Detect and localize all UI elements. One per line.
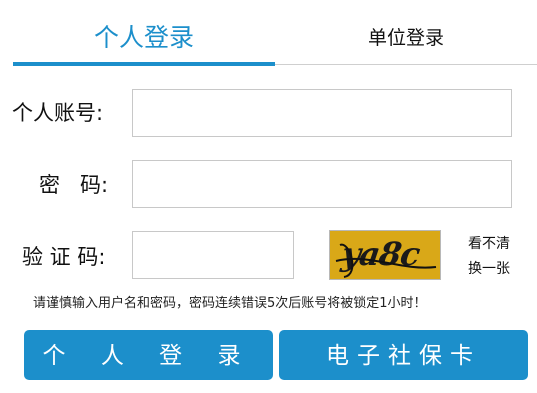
refresh-captcha-line1: 看不清 [468, 236, 510, 252]
account-input[interactable] [132, 89, 512, 137]
captcha-input[interactable] [132, 231, 294, 279]
password-input[interactable] [132, 160, 512, 208]
refresh-captcha-line2: 换一张 [468, 261, 510, 277]
security-notice: 请谨慎输入用户名和密码，密码连续错误5次后账号将被锁定1小时！ [33, 296, 427, 311]
social-security-card-button[interactable]: 电子社保卡 [279, 330, 528, 380]
captcha-image[interactable]: ya8c [329, 230, 441, 280]
account-label: 个人账号: [12, 101, 104, 125]
captcha-label: 验 证 码: [22, 245, 106, 269]
tab-personal-login[interactable]: 个人登录 [13, 18, 275, 58]
login-tabs: 个人登录 单位登录 [13, 0, 537, 66]
tab-active-indicator [13, 62, 275, 66]
tab-unit-login[interactable]: 单位登录 [275, 18, 537, 58]
refresh-captcha-link[interactable]: 看不清 换一张 [462, 232, 516, 282]
password-label: 密 码: [39, 173, 109, 197]
captcha-noise-icon [335, 243, 437, 278]
personal-login-button[interactable]: 个 人 登 录 [24, 330, 273, 380]
